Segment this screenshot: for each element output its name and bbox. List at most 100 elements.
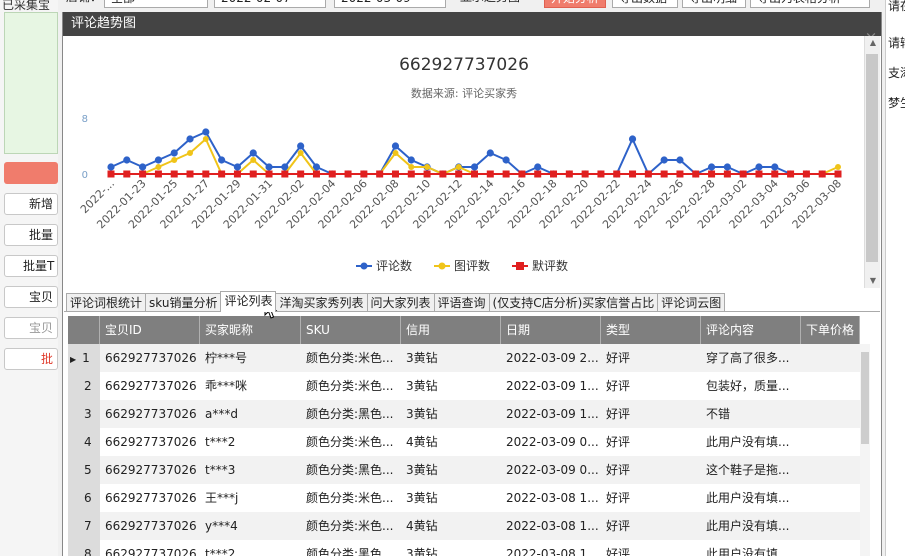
end-date-field[interactable]: 2022-03-09 <box>334 0 446 8</box>
date-cell[interactable]: 2022-03-09 1... <box>501 400 601 428</box>
credit-cell[interactable]: 3黄钻 <box>401 400 501 428</box>
price-cell[interactable] <box>801 372 860 400</box>
type-cell[interactable]: 好评 <box>601 400 701 428</box>
price-cell[interactable] <box>801 540 860 556</box>
content-cell[interactable]: 此用户没有填... <box>701 512 801 540</box>
item-id-cell[interactable]: 662927737026 <box>100 372 200 400</box>
column-header-content[interactable]: 评论内容 <box>701 316 801 344</box>
sku-cell[interactable]: 颜色分类:米色... <box>301 428 401 456</box>
date-cell[interactable]: 2022-03-09 1... <box>501 372 601 400</box>
tab-review-list[interactable]: 评论列表 <box>220 291 277 312</box>
credit-cell[interactable]: 3黄钻 <box>401 484 501 512</box>
row-number[interactable]: 8 <box>68 540 100 556</box>
buyer-cell[interactable]: t***2 <box>200 540 301 556</box>
tab-word-cloud[interactable]: 评论词云图 <box>657 293 726 312</box>
content-cell[interactable]: 此用户没有填... <box>701 428 801 456</box>
table-row[interactable]: 6 662927737026 王***j 颜色分类:米色... 3黄钻 2022-03-0… <box>68 484 860 512</box>
column-header-buyer[interactable]: 买家昵称 <box>200 316 301 344</box>
tab-buyer-show-list[interactable]: 洋淘买家秀列表 <box>275 293 368 312</box>
tab-ask-everyone[interactable]: 问大家列表 <box>366 293 435 312</box>
item-id-cell[interactable]: 662927737026 <box>100 512 200 540</box>
sku-cell[interactable]: 颜色分类:黑色... <box>301 400 401 428</box>
content-cell[interactable]: 不错 <box>701 400 801 428</box>
sku-cell[interactable]: 颜色分类:黑色... <box>301 456 401 484</box>
buyer-cell[interactable]: 乖***咪 <box>200 372 301 400</box>
item-id-cell[interactable]: 662927737026 <box>100 400 200 428</box>
scroll-up-icon[interactable]: ▲ <box>865 38 881 47</box>
tab-root-word-stats[interactable]: 评论词根统计 <box>66 293 147 312</box>
sku-cell[interactable]: 颜色分类:米色... <box>301 344 401 372</box>
table-row[interactable]: 2 662927737026 乖***咪 颜色分类:米色... 3黄钻 2022-03-0… <box>68 372 860 400</box>
price-cell[interactable] <box>801 344 860 372</box>
row-number[interactable]: 5 <box>68 456 100 484</box>
credit-cell[interactable]: 4黄钻 <box>401 428 501 456</box>
primary-action-button[interactable] <box>4 162 58 184</box>
table-row[interactable]: 4 662927737026 t***2 颜色分类:米色... 4黄钻 2022-03-0… <box>68 428 860 456</box>
item-id-cell[interactable]: 662927737026 <box>100 344 200 372</box>
credit-cell[interactable]: 3黄钻 <box>401 344 501 372</box>
date-cell[interactable]: 2022-03-08 1... <box>501 540 601 556</box>
shop-select[interactable]: 全部 <box>104 0 208 8</box>
table-row[interactable]: 8 662927737026 t***2 颜色分类:黑色... 3黄钻 2022-03-0… <box>68 540 860 556</box>
credit-cell[interactable]: 3黄钻 <box>401 372 501 400</box>
content-cell[interactable]: 包装好，质量... <box>701 372 801 400</box>
item-button-disabled[interactable]: 宝贝 <box>4 317 58 339</box>
column-header-sku[interactable]: SKU <box>301 316 401 344</box>
date-cell[interactable]: 2022-03-09 0... <box>501 456 601 484</box>
buyer-cell[interactable]: t***2 <box>200 428 301 456</box>
table-row[interactable]: 3 662927737026 a***d 颜色分类:黑色... 3黄钻 2022-03-0… <box>68 400 860 428</box>
column-header-date[interactable]: 日期 <box>501 316 601 344</box>
price-cell[interactable] <box>801 484 860 512</box>
batch-t-button[interactable]: 批量T <box>4 255 58 277</box>
type-cell[interactable]: 好评 <box>601 540 701 556</box>
export-data-button[interactable]: 导出数据 <box>612 0 678 8</box>
tab-sku-sales[interactable]: sku销量分析 <box>145 293 222 312</box>
show-trend-checkbox[interactable]: 显示趋势图 <box>454 0 536 8</box>
content-cell[interactable]: 穿了高了很多... <box>701 344 801 372</box>
chart-scroll-thumb[interactable] <box>866 54 878 262</box>
sku-cell[interactable]: 颜色分类:米色... <box>301 484 401 512</box>
row-number[interactable]: 6 <box>68 484 100 512</box>
table-scroll-thumb[interactable] <box>861 352 869 444</box>
credit-cell[interactable]: 3黄钻 <box>401 456 501 484</box>
row-number[interactable]: ▶ 1 <box>68 344 100 372</box>
item-id-cell[interactable]: 662927737026 <box>100 428 200 456</box>
start-analysis-button[interactable]: 开始分析 <box>544 0 606 8</box>
export-detail-button[interactable]: 导出明细 <box>682 0 746 8</box>
tab-buyer-credit-ratio[interactable]: (仅支持C店分析)买家信誉占比 <box>488 293 659 312</box>
buyer-cell[interactable]: y***4 <box>200 512 301 540</box>
scroll-down-icon[interactable]: ▼ <box>865 276 881 285</box>
table-row[interactable]: ▶ 1 662927737026 柠***号 颜色分类:米色... 3黄钻 2022-03-… <box>68 344 860 372</box>
tab-review-query[interactable]: 评语查询 <box>433 293 490 312</box>
table-row[interactable]: 5 662927737026 t***3 颜色分类:黑色... 3黄钻 2022-03-0… <box>68 456 860 484</box>
credit-cell[interactable]: 4黄钻 <box>401 512 501 540</box>
export-table-button[interactable]: 导出为表格分析 <box>750 0 870 8</box>
row-number[interactable]: 3 <box>68 400 100 428</box>
sku-cell[interactable]: 颜色分类:米色... <box>301 372 401 400</box>
row-number[interactable]: 2 <box>68 372 100 400</box>
price-cell[interactable] <box>801 512 860 540</box>
buyer-cell[interactable]: a***d <box>200 400 301 428</box>
column-header-price[interactable]: 下单价格 <box>801 316 860 344</box>
date-cell[interactable]: 2022-03-08 1... <box>501 512 601 540</box>
content-cell[interactable]: 此用户没有填... <box>701 540 801 556</box>
type-cell[interactable]: 好评 <box>601 372 701 400</box>
date-cell[interactable]: 2022-03-08 1... <box>501 484 601 512</box>
content-cell[interactable]: 这个鞋子是拖... <box>701 456 801 484</box>
type-cell[interactable]: 好评 <box>601 428 701 456</box>
column-header-type[interactable]: 类型 <box>601 316 701 344</box>
price-cell[interactable] <box>801 400 860 428</box>
column-header-item-id[interactable]: 宝贝ID <box>100 316 200 344</box>
batch-red-button[interactable]: 批 <box>4 348 58 370</box>
credit-cell[interactable]: 3黄钻 <box>401 540 501 556</box>
sku-cell[interactable]: 颜色分类:米色... <box>301 512 401 540</box>
item-button[interactable]: 宝贝 <box>4 286 58 308</box>
price-cell[interactable] <box>801 428 860 456</box>
date-cell[interactable]: 2022-03-09 2... <box>501 344 601 372</box>
buyer-cell[interactable]: t***3 <box>200 456 301 484</box>
batch-button[interactable]: 批量 <box>4 224 58 246</box>
start-date-field[interactable]: 2022-02-07 <box>214 0 326 8</box>
column-header-credit[interactable]: 信用 <box>401 316 501 344</box>
row-number[interactable]: 4 <box>68 428 100 456</box>
buyer-cell[interactable]: 柠***号 <box>200 344 301 372</box>
